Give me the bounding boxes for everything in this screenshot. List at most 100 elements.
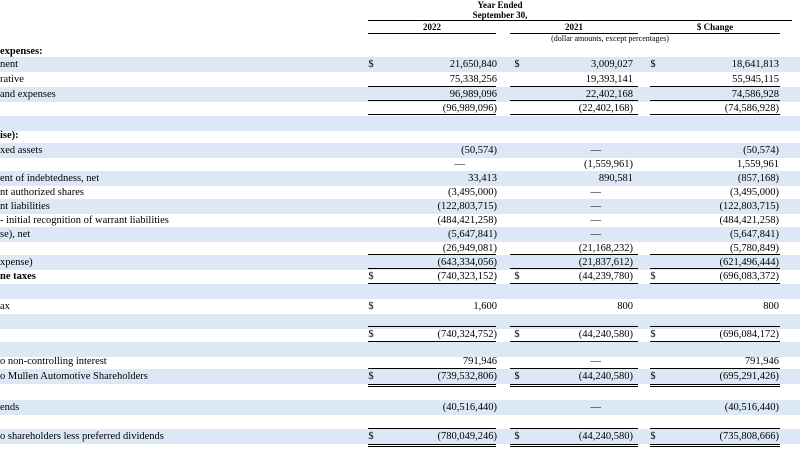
dollar-sign: $: [650, 271, 656, 282]
period-header: Year Ended September 30,: [472, 0, 528, 20]
subtotal-rule: [368, 341, 496, 342]
value-2022: (40,516,440): [442, 402, 497, 413]
value-change: 1,559,961: [737, 159, 779, 170]
subtotal-rule: [650, 341, 780, 342]
value-2021: —: [590, 187, 602, 198]
row-label: o non-controlling interest: [0, 356, 107, 367]
value-2022: —: [454, 159, 466, 170]
value-2021: —: [590, 229, 602, 240]
table-row: xed assets (50,574) — (50,574): [0, 143, 800, 158]
value-2021: 800: [617, 301, 633, 312]
subtotal-rule: [510, 326, 638, 327]
subtotal-rule: [368, 326, 496, 327]
value-change: (5,647,841): [730, 229, 779, 240]
row-label: ent of indebtedness, net: [0, 173, 100, 184]
dollar-sign: $: [368, 371, 374, 382]
value-2021: 19,393,141: [585, 74, 633, 85]
value-2022: (5,647,841): [448, 229, 497, 240]
value-2021: —: [590, 356, 602, 367]
table-row: ax $1,600 800 800: [0, 299, 800, 314]
value-change: (122,803,715): [719, 201, 780, 212]
subtotal-rule: [650, 100, 780, 101]
subtotal-rule: [650, 283, 780, 284]
value-2021: (44,240,580): [578, 329, 633, 340]
period-underline: [368, 20, 792, 21]
value-change: (50,574): [743, 145, 779, 156]
total-double-rule: [650, 444, 780, 447]
value-2022: 791,946: [462, 356, 497, 367]
value-2022: 1,600: [473, 301, 497, 312]
value-2021: —: [590, 215, 602, 226]
subtotal-rule: [510, 368, 638, 369]
value-2021: (1,559,961): [584, 159, 633, 170]
row-label: o Mullen Automotive Shareholders: [0, 371, 148, 382]
total-double-rule: [510, 384, 638, 387]
subtotal-rule: [368, 254, 496, 255]
subtotal-rule: [368, 368, 496, 369]
subtotal-rule: [510, 341, 638, 342]
row-label: xpense): [0, 257, 33, 268]
value-2021: 890,581: [598, 173, 633, 184]
table-row: — (1,559,961) 1,559,961: [0, 157, 800, 172]
dollar-sign: $: [368, 301, 374, 312]
table-row: [0, 385, 800, 400]
table-row: o Mullen Automotive Shareholders $ (739,53…: [0, 369, 800, 384]
value-change: (696,084,172): [719, 329, 780, 340]
table-row: ise):: [0, 128, 800, 143]
subtotal-rule: [650, 326, 780, 327]
dollar-sign: $: [368, 59, 374, 70]
subtotal-rule: [510, 268, 638, 269]
subtotal-rule: [650, 268, 780, 269]
table-row: - initial recognition of warrant liabili…: [0, 213, 800, 228]
row-label: xed assets: [0, 145, 43, 156]
units-note: (dollar amounts, except percentages): [551, 34, 669, 43]
subtotal-rule: [650, 114, 780, 115]
row-label: and expenses: [0, 89, 56, 100]
table-row: nent $21,650,840 $3,009,027 $18,641,813: [0, 57, 800, 72]
value-2022: (3,495,000): [448, 187, 497, 198]
value-2022: (484,421,258): [437, 215, 498, 226]
value-2022: (50,574): [461, 145, 497, 156]
value-2022: (739,532,806): [437, 371, 498, 382]
table-row: ent of indebtedness, net 33,413 890,581 (85…: [0, 171, 800, 186]
dollar-sign: $: [368, 431, 374, 442]
value-change: 55,945,115: [732, 74, 779, 85]
value-change: (857,168): [737, 173, 779, 184]
table-row: se), net (5,647,841) — (5,647,841): [0, 227, 800, 242]
table-row: $ (740,324,752) $ (44,240,580) $ (696,084,172…: [0, 327, 800, 342]
subtotal-rule: [650, 368, 780, 369]
table-row: o non-controlling interest 791,946 — 791,94…: [0, 354, 800, 369]
value-2021: (44,240,580): [578, 371, 633, 382]
subtotal-rule: [510, 100, 638, 101]
dollar-sign: $: [650, 59, 656, 70]
subtotal-rule: [368, 283, 496, 284]
value-2021: —: [590, 145, 602, 156]
value-change: (735,808,666): [719, 431, 780, 442]
col-change-header: $ Change: [696, 22, 734, 32]
total-double-rule: [650, 384, 780, 387]
table-row: rative 75,338,256 19,393,141 55,945,115: [0, 72, 800, 87]
dollar-sign: $: [368, 271, 374, 282]
subtotal-rule: [510, 114, 638, 115]
subtotal-rule: [368, 86, 496, 87]
subtotal-rule: [368, 100, 496, 101]
subtotal-rule: [368, 114, 496, 115]
value-2022: (122,803,715): [437, 201, 498, 212]
col-2022-header: 2022: [423, 22, 441, 32]
value-change: 18,641,813: [731, 59, 779, 70]
table-row: o shareholders less preferred dividends $…: [0, 429, 800, 444]
value-2022: (780,049,246): [437, 431, 498, 442]
row-label: ise):: [0, 130, 19, 141]
value-change: (695,291,426): [719, 371, 780, 382]
row-label: se), net: [0, 229, 31, 240]
row-label: rative: [0, 74, 24, 85]
subtotal-rule: [650, 428, 780, 429]
dollar-sign: $: [368, 329, 374, 340]
value-change: 791,946: [744, 356, 779, 367]
dollar-sign: $: [650, 431, 656, 442]
table-row: [0, 284, 800, 299]
row-label: ax: [0, 301, 10, 312]
table-row: ends (40,516,440) — (40,516,440): [0, 400, 800, 415]
subtotal-rule: [510, 254, 638, 255]
col-2022-underline: [368, 33, 496, 34]
